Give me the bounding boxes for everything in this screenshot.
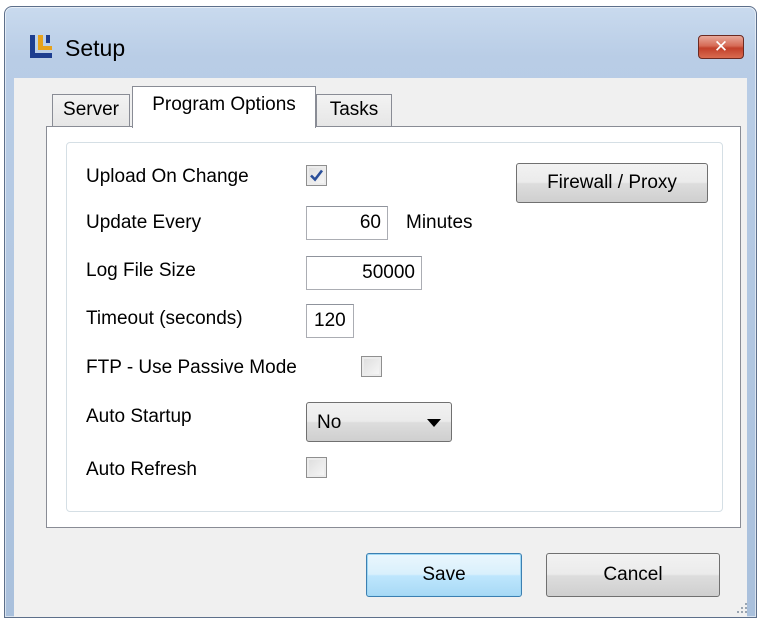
update-every-unit: Minutes [406,212,473,233]
save-button[interactable]: Save [366,553,522,597]
ftp-passive-label: FTP - Use Passive Mode [86,357,297,378]
auto-startup-select[interactable]: No [306,402,452,442]
close-icon: ✕ [713,37,729,56]
firewall-proxy-button[interactable]: Firewall / Proxy [516,163,708,203]
window-title: Setup [65,35,126,61]
tab-tasks-label: Tasks [329,99,379,120]
cancel-button[interactable]: Cancel [546,553,720,597]
log-file-size-label: Log File Size [86,260,196,281]
timeout-field[interactable]: 120 [306,304,354,338]
upload-on-change-label: Upload On Change [86,166,249,187]
tab-tasks[interactable]: Tasks [316,94,392,126]
close-button[interactable]: ✕ [698,35,744,59]
update-every-field[interactable]: 60 [306,206,388,240]
auto-startup-label: Auto Startup [86,406,192,427]
tab-server-label: Server [63,99,119,120]
ftp-passive-checkbox[interactable] [361,356,382,377]
tab-server[interactable]: Server [52,94,130,126]
update-every-label: Update Every [86,212,202,233]
app-logo-icon [30,35,52,58]
tab-program-options-label: Program Options [152,94,296,115]
auto-startup-value: No [317,412,342,433]
chevron-down-icon [427,419,441,427]
tab-program-options[interactable]: Program Options [132,86,316,128]
log-file-size-field[interactable]: 50000 [306,256,422,290]
checkmark-icon [310,169,324,182]
resize-grip-icon[interactable] [735,601,749,615]
auto-refresh-checkbox[interactable] [306,457,327,478]
title-bar[interactable]: Setup ✕ [5,7,756,79]
timeout-label: Timeout (seconds) [86,308,243,329]
auto-refresh-label: Auto Refresh [86,459,197,480]
upload-on-change-checkbox[interactable] [306,165,327,186]
